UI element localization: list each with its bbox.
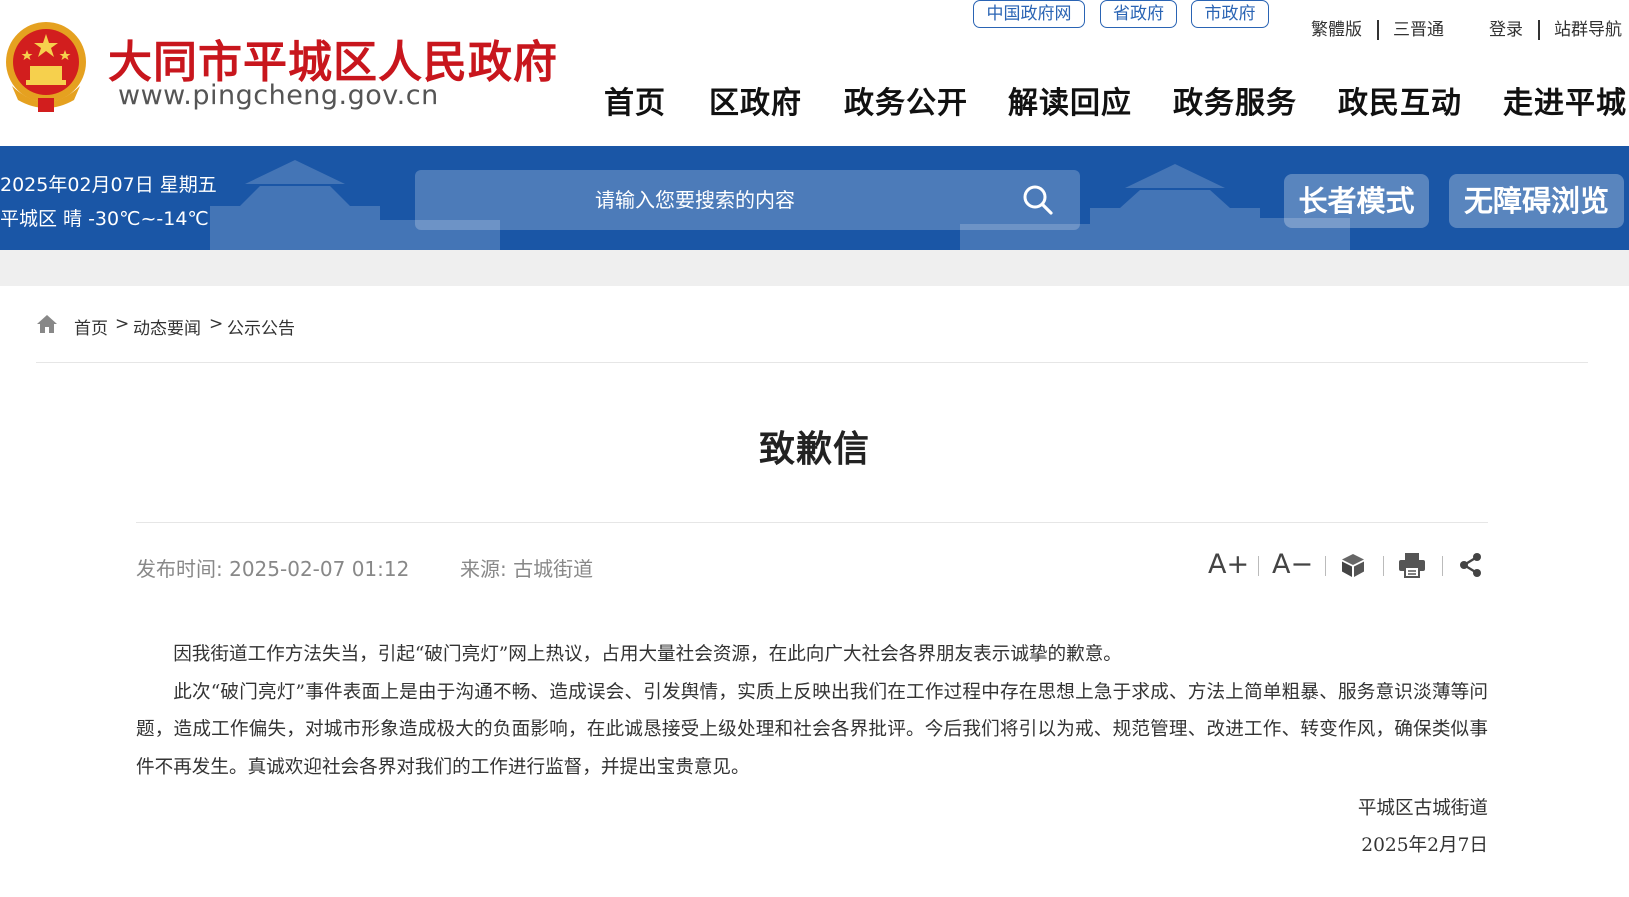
nav-interpretation[interactable]: 解读回应	[1008, 78, 1132, 122]
publish-time-value: 2025-02-07 01:12	[229, 557, 410, 581]
publish-time: 发布时间: 2025-02-07 01:12	[136, 553, 409, 582]
separator	[1325, 556, 1326, 576]
publish-time-label: 发布时间:	[136, 557, 223, 581]
separator	[1442, 556, 1443, 576]
site-url: www.pingcheng.gov.cn	[118, 80, 439, 111]
breadcrumb-news[interactable]: 动态要闻	[133, 314, 201, 339]
search-icon[interactable]	[1020, 182, 1056, 218]
nav-public-interaction[interactable]: 政民互动	[1338, 78, 1462, 122]
nav-gov-services[interactable]: 政务服务	[1173, 78, 1297, 122]
spacer-band	[0, 250, 1629, 286]
breadcrumb-separator: >	[209, 314, 224, 334]
link-province-gov[interactable]: 省政府	[1100, 0, 1177, 28]
breadcrumb-separator: >	[115, 314, 130, 334]
printer-icon[interactable]	[1398, 552, 1426, 578]
font-smaller-button[interactable]: A−	[1272, 548, 1313, 582]
sanjin-link[interactable]: 三晋通	[1393, 16, 1444, 44]
source-value: 古城街道	[513, 557, 594, 581]
divider	[36, 362, 1588, 363]
accessible-browse-button[interactable]: 无障碍浏览	[1449, 174, 1624, 228]
signature-date: 2025年2月7日	[1361, 835, 1488, 856]
search-input[interactable]: 请输入您要搜索的内容	[415, 170, 975, 230]
link-city-gov[interactable]: 市政府	[1191, 0, 1269, 28]
site-header: 大同市平城区人民政府 www.pingcheng.gov.cn 中国政府网 省政…	[0, 0, 1629, 146]
nav-about-pingcheng[interactable]: 走进平城	[1503, 78, 1627, 122]
article-title: 致歉信	[758, 429, 870, 470]
article-paragraph: 此次“破门亮灯”事件表面上是由于沟通不畅、造成误会、引发舆情，实质上反映出我们在…	[136, 681, 1488, 778]
search-box[interactable]: 请输入您要搜索的内容	[415, 170, 1080, 230]
site-group-nav-link[interactable]: 站群导航	[1554, 16, 1622, 44]
traditional-chinese-link[interactable]: 繁體版	[1311, 16, 1362, 44]
breadcrumb-home[interactable]: 首页	[74, 314, 108, 339]
home-icon[interactable]	[36, 314, 58, 334]
elder-mode-button[interactable]: 长者模式	[1284, 174, 1429, 228]
current-date: 2025年02月07日 星期五	[0, 174, 217, 196]
font-larger-button[interactable]: A+	[1208, 548, 1249, 582]
weather-info: 平城区 晴 -30℃~-14℃	[0, 208, 209, 230]
nav-district-gov[interactable]: 区政府	[709, 78, 802, 122]
nav-gov-affairs-open[interactable]: 政务公开	[844, 78, 968, 122]
separator	[1538, 20, 1540, 40]
national-emblem-icon[interactable]	[2, 20, 90, 114]
link-central-gov[interactable]: 中国政府网	[973, 0, 1085, 28]
separator	[1377, 20, 1379, 40]
signature: 平城区古城街道	[1357, 798, 1488, 819]
nav-home[interactable]: 首页	[604, 78, 666, 122]
article-tools: A+ A−	[1200, 548, 1490, 582]
article-body: 因我街道工作方法失当，引起“破门亮灯”网上热议，占用大量社会资源，在此向广大社会…	[136, 636, 1488, 786]
login-link[interactable]: 登录	[1489, 16, 1523, 44]
top-banner: 2025年02月07日 星期五 平城区 晴 -30℃~-14℃ 请输入您要搜索的…	[0, 146, 1629, 250]
3d-cube-icon[interactable]	[1340, 552, 1366, 578]
separator	[1258, 556, 1259, 576]
share-icon[interactable]	[1458, 552, 1484, 578]
source-label: 来源:	[460, 557, 507, 581]
divider	[136, 522, 1488, 523]
article-source: 来源: 古城街道	[460, 553, 593, 582]
separator	[1383, 556, 1384, 576]
article-paragraph: 因我街道工作方法失当，引起“破门亮灯”网上热议，占用大量社会资源，在此向广大社会…	[173, 644, 1122, 665]
breadcrumb-notices[interactable]: 公示公告	[227, 314, 295, 339]
